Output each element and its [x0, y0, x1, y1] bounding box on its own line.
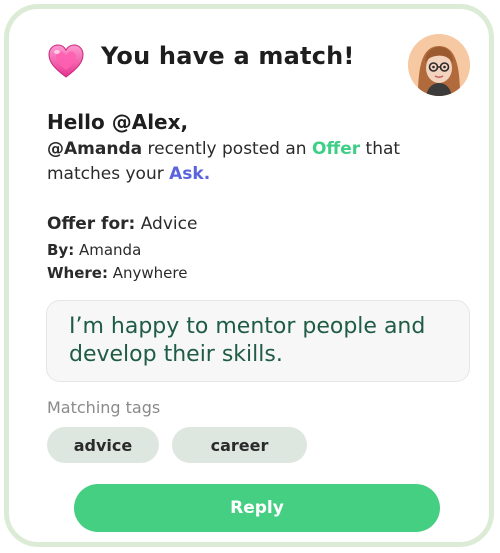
message-text: recently posted an — [142, 139, 312, 159]
greeting: Hello @Alex, — [47, 110, 189, 134]
poster-handle[interactable]: @Amanda — [47, 139, 142, 159]
match-message: @Amanda recently posted an Offer that ma… — [47, 137, 447, 187]
heart-icon — [48, 44, 84, 78]
ask-link[interactable]: Ask. — [169, 164, 210, 184]
by-row: By: Amanda — [47, 241, 141, 259]
where-value: Anywhere — [107, 264, 188, 282]
offer-link[interactable]: Offer — [312, 139, 360, 159]
offer-for-row: Offer for: Advice — [47, 214, 197, 234]
by-label: By: — [47, 241, 75, 259]
avatar[interactable] — [408, 34, 470, 96]
where-label: Where: — [47, 264, 108, 282]
avatar-image — [408, 34, 470, 96]
offer-for-label: Offer for: — [47, 214, 136, 234]
by-value: Amanda — [74, 241, 142, 259]
matching-tags-label: Matching tags — [47, 398, 161, 417]
tag-career[interactable]: career — [172, 427, 307, 463]
tag-advice[interactable]: advice — [47, 427, 159, 463]
match-notification-card: You have a match! Hello @Alex, @Amanda r… — [4, 4, 494, 547]
offer-for-value: Advice — [135, 214, 198, 234]
offer-quote: I’m happy to mentor people and develop t… — [46, 300, 470, 382]
reply-button[interactable]: Reply — [74, 484, 440, 532]
where-row: Where: Anywhere — [47, 264, 187, 282]
match-title: You have a match! — [101, 42, 355, 70]
